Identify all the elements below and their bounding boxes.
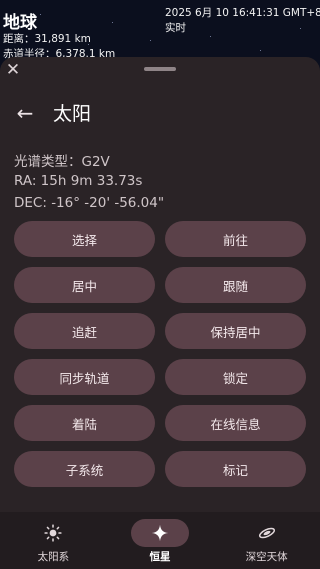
keep-centered-button[interactable]: 保持居中: [165, 313, 306, 349]
mark-button[interactable]: 标记: [165, 451, 306, 487]
chase-button[interactable]: 追赶: [14, 313, 155, 349]
object-detail-sheet: ✕ ← 太阳 光谱类型：G2V RA: 15h 9m 33.73s DEC: -…: [0, 57, 320, 512]
time-mode-label[interactable]: 实时: [165, 20, 186, 35]
datetime-display[interactable]: 2025 6月 10 16:41:31 GMT+8: [165, 5, 320, 20]
subsystem-button[interactable]: 子系统: [14, 451, 155, 487]
nav-pill: [238, 519, 296, 547]
goto-button[interactable]: 前往: [165, 221, 306, 257]
nav-item-deep-sky[interactable]: 深空天体: [213, 512, 320, 569]
star-sparkle-icon: [151, 524, 169, 542]
dec-text: DEC: -16° -20' -56.04": [14, 195, 165, 211]
online-info-button[interactable]: 在线信息: [165, 405, 306, 441]
nav-pill: [24, 519, 82, 547]
spectral-type-text: 光谱类型：G2V: [14, 154, 110, 170]
nav-label-deep-sky: 深空天体: [245, 551, 288, 563]
galaxy-icon: [258, 527, 275, 539]
select-button[interactable]: 选择: [14, 221, 155, 257]
nav-pill-active: [131, 519, 189, 547]
follow-button[interactable]: 跟随: [165, 267, 306, 303]
nav-label-solar-system: 太阳系: [37, 551, 70, 563]
sun-icon: [44, 524, 62, 542]
close-icon[interactable]: ✕: [3, 60, 23, 80]
lock-button[interactable]: 锁定: [165, 359, 306, 395]
sync-orbit-button[interactable]: 同步轨道: [14, 359, 155, 395]
action-grid: 选择 前往 居中 跟随 追赶 保持居中 同步轨道 锁定 着陆 在线信息 子系统 …: [14, 221, 306, 487]
sky-object-distance: 距离：31,891 km: [3, 33, 91, 45]
nav-label-stars: 恒星: [149, 551, 171, 563]
land-button[interactable]: 着陆: [14, 405, 155, 441]
nav-item-solar-system[interactable]: 太阳系: [0, 512, 107, 569]
back-arrow-icon[interactable]: ←: [12, 101, 38, 125]
center-button[interactable]: 居中: [14, 267, 155, 303]
drag-handle[interactable]: [144, 67, 176, 71]
sky-object-name: 地球: [3, 13, 37, 33]
page-title: 太阳: [53, 103, 92, 125]
bottom-nav: 太阳系 恒星 深空天体: [0, 512, 320, 569]
app-root: 地球 距离：31,891 km 赤道半径：6,378.1 km 2025 6月 …: [0, 0, 320, 569]
nav-item-stars[interactable]: 恒星: [107, 512, 214, 569]
ra-text: RA: 15h 9m 33.73s: [14, 173, 143, 189]
